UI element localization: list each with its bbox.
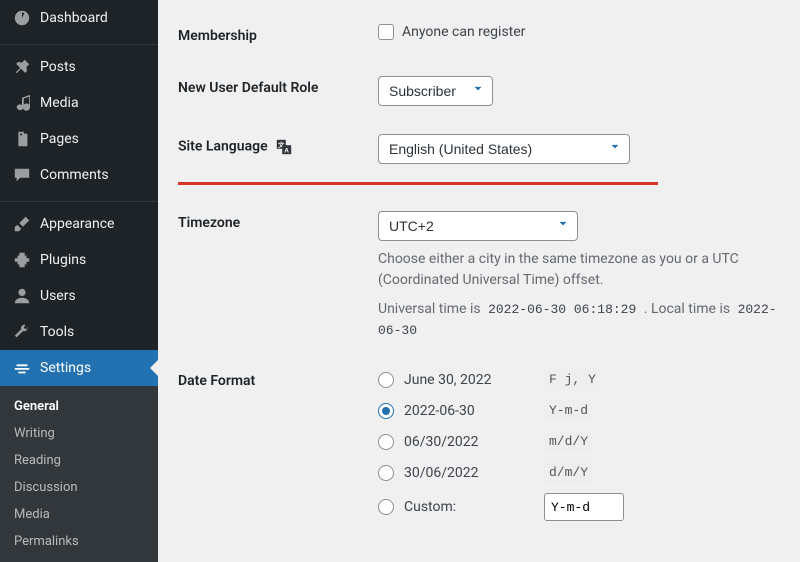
admin-sidebar: Dashboard Posts Media Pages Comments App…	[0, 0, 158, 527]
comments-icon	[12, 165, 32, 185]
date-format-radio-custom[interactable]	[378, 499, 394, 515]
sidebar-item-label: Dashboard	[40, 10, 108, 26]
sidebar-item-comments[interactable]: Comments	[0, 157, 158, 193]
timezone-times: Universal time is 2022-06-30 06:18:29 . …	[378, 299, 790, 341]
sidebar-item-label: Comments	[40, 167, 109, 183]
date-format-label: Date Format	[178, 355, 378, 527]
date-format-radio[interactable]	[378, 465, 394, 481]
membership-checkbox-row[interactable]: Anyone can register	[378, 24, 525, 40]
sidebar-item-label: Users	[40, 288, 76, 304]
sidebar-item-label: Appearance	[40, 216, 114, 232]
site-language-label: Site Language 文A	[178, 120, 378, 178]
svg-text:A: A	[285, 147, 290, 154]
sidebar-item-label: Settings	[40, 360, 91, 376]
membership-label: Membership	[178, 10, 378, 62]
format-code: m/d/Y	[544, 431, 593, 452]
sidebar-item-plugins[interactable]: Plugins	[0, 242, 158, 278]
sidebar-item-label: Media	[40, 95, 79, 111]
wrench-icon	[12, 322, 32, 342]
users-icon	[12, 286, 32, 306]
sidebar-item-users[interactable]: Users	[0, 278, 158, 314]
membership-checkbox[interactable]	[378, 24, 394, 40]
format-code: Y-m-d	[544, 400, 593, 421]
sidebar-item-label: Pages	[40, 131, 79, 147]
sidebar-item-dashboard[interactable]: Dashboard	[0, 0, 158, 36]
settings-submenu: General Writing Reading Discussion Media…	[0, 386, 158, 562]
sidebar-item-label: Plugins	[40, 252, 86, 268]
sidebar-item-label: Tools	[40, 324, 74, 340]
menu-separator	[0, 197, 158, 202]
brush-icon	[12, 214, 32, 234]
date-format-radio[interactable]	[378, 403, 394, 419]
sidebar-item-label: Posts	[40, 59, 76, 75]
translate-icon: 文A	[275, 138, 293, 156]
membership-checkbox-label: Anyone can register	[402, 24, 525, 40]
highlight-underline	[178, 182, 658, 185]
format-code: d/m/Y	[544, 462, 593, 483]
date-format-radio[interactable]	[378, 434, 394, 450]
media-icon	[12, 93, 32, 113]
submenu-item-general[interactable]: General	[0, 393, 158, 420]
submenu-item-discussion[interactable]: Discussion	[0, 474, 158, 501]
new-user-role-select[interactable]: Subscriber	[378, 76, 493, 106]
pin-icon	[12, 57, 32, 77]
sidebar-item-media[interactable]: Media	[0, 85, 158, 121]
format-code: F j, Y	[544, 369, 601, 390]
sidebar-item-appearance[interactable]: Appearance	[0, 206, 158, 242]
submenu-item-media[interactable]: Media	[0, 501, 158, 528]
date-format-custom-input[interactable]	[544, 493, 624, 521]
submenu-item-writing[interactable]: Writing	[0, 420, 158, 447]
dashboard-icon	[12, 8, 32, 28]
menu-separator	[0, 40, 158, 45]
date-format-option[interactable]: 30/06/2022 d/m/Y	[378, 462, 790, 483]
date-format-option[interactable]: 06/30/2022 m/d/Y	[378, 431, 790, 452]
date-format-option[interactable]: 2022-06-30 Y-m-d	[378, 400, 790, 421]
pages-icon	[12, 129, 32, 149]
universal-time-value: 2022-06-30 06:18:29	[484, 300, 640, 319]
plugin-icon	[12, 250, 32, 270]
date-format-custom-row[interactable]: Custom:	[378, 493, 790, 521]
new-user-role-label: New User Default Role	[178, 62, 378, 120]
date-format-radio[interactable]	[378, 372, 394, 388]
date-format-option[interactable]: June 30, 2022 F j, Y	[378, 369, 790, 390]
timezone-description: Choose either a city in the same timezon…	[378, 249, 790, 291]
settings-general-form: Membership Anyone can register New User …	[158, 0, 800, 527]
sidebar-item-posts[interactable]: Posts	[0, 49, 158, 85]
timezone-select[interactable]: UTC+2	[378, 211, 578, 241]
submenu-item-permalinks[interactable]: Permalinks	[0, 528, 158, 555]
sidebar-item-tools[interactable]: Tools	[0, 314, 158, 350]
submenu-item-reading[interactable]: Reading	[0, 447, 158, 474]
sidebar-item-pages[interactable]: Pages	[0, 121, 158, 157]
timezone-label: Timezone	[178, 197, 378, 355]
site-language-select[interactable]: English (United States)	[378, 134, 630, 164]
settings-icon	[12, 358, 32, 378]
sidebar-item-settings[interactable]: Settings	[0, 350, 158, 386]
